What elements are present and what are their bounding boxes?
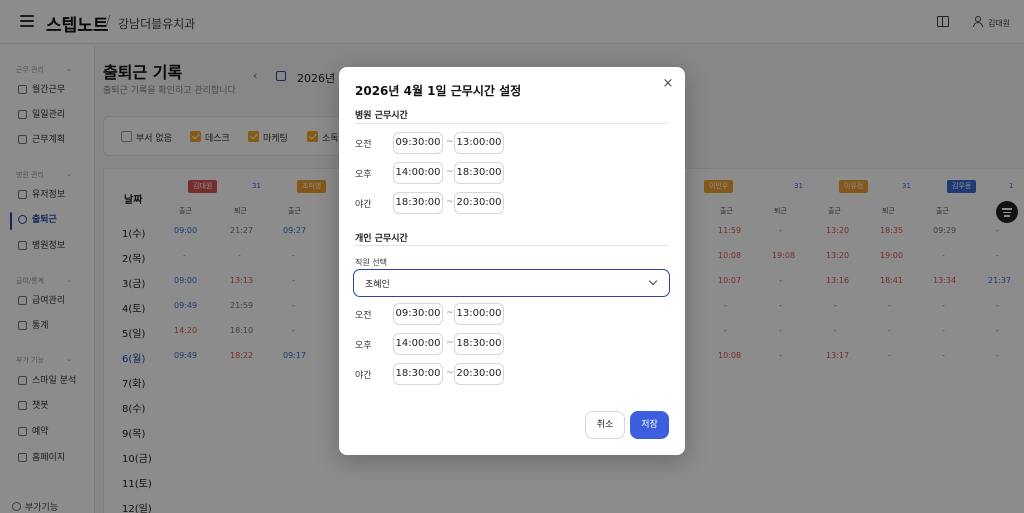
divider <box>355 123 668 124</box>
row-label-afternoon: 오후 <box>355 341 372 351</box>
chevron-down-icon <box>648 276 658 286</box>
row-label-afternoon: 오후 <box>355 170 372 180</box>
row-label-night: 야간 <box>355 200 372 210</box>
divider <box>355 245 668 246</box>
hospital-afternoon-end[interactable]: 18:30:00 <box>454 162 504 184</box>
hospital-afternoon-start[interactable]: 14:00:00 <box>393 162 443 184</box>
staff-select[interactable]: 조혜인 <box>353 269 670 297</box>
personal-night-end[interactable]: 20:30:00 <box>454 363 504 385</box>
tilde: ~ <box>446 368 454 378</box>
staff-select-label: 직원 선택 <box>355 258 387 267</box>
close-icon[interactable]: × <box>661 77 675 91</box>
tilde: ~ <box>446 308 454 318</box>
row-label-morning: 오전 <box>355 140 372 150</box>
row-label-morning: 오전 <box>355 311 372 321</box>
modal-title: 2026년 4월 1일 근무시간 설정 <box>355 84 522 98</box>
tilde: ~ <box>446 197 454 207</box>
work-hours-modal: 2026년 4월 1일 근무시간 설정 × 병원 근무시간 오전 09:30:0… <box>339 67 685 455</box>
hospital-hours-title: 병원 근무시간 <box>355 111 408 121</box>
row-label-night: 야간 <box>355 371 372 381</box>
personal-morning-end[interactable]: 13:00:00 <box>454 303 504 325</box>
personal-night-start[interactable]: 18:30:00 <box>393 363 443 385</box>
staff-select-value: 조혜인 <box>365 280 390 290</box>
save-button[interactable]: 저장 <box>630 411 669 439</box>
personal-hours-title: 개인 근무시간 <box>355 234 408 244</box>
hospital-morning-end[interactable]: 13:00:00 <box>454 132 504 154</box>
personal-morning-start[interactable]: 09:30:00 <box>393 303 443 325</box>
hospital-night-end[interactable]: 20:30:00 <box>454 192 504 214</box>
personal-afternoon-start[interactable]: 14:00:00 <box>393 333 443 355</box>
hospital-morning-start[interactable]: 09:30:00 <box>393 132 443 154</box>
personal-afternoon-end[interactable]: 18:30:00 <box>454 333 504 355</box>
tilde: ~ <box>446 167 454 177</box>
tilde: ~ <box>446 137 454 147</box>
tilde: ~ <box>446 338 454 348</box>
cancel-button[interactable]: 취소 <box>585 411 625 439</box>
hospital-night-start[interactable]: 18:30:00 <box>393 192 443 214</box>
